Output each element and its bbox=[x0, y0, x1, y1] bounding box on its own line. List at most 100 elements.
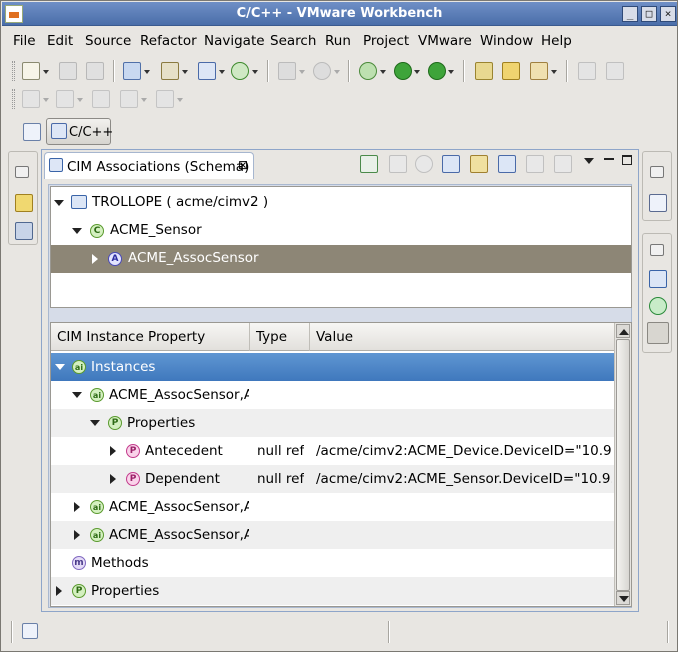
menu-vmware[interactable]: VMware bbox=[418, 33, 472, 49]
expand-icon[interactable] bbox=[92, 254, 98, 264]
menu-file[interactable]: File bbox=[13, 33, 36, 49]
collapse-icon[interactable] bbox=[72, 228, 82, 234]
search-icon[interactable] bbox=[530, 62, 548, 80]
title-bar[interactable]: C/C++ - VMware Workbench _ □ × bbox=[2, 2, 677, 26]
menu-help[interactable]: Help bbox=[541, 33, 572, 49]
collapse-icon[interactable] bbox=[72, 392, 82, 398]
run-dropdown[interactable] bbox=[414, 70, 420, 74]
new-folder-icon[interactable] bbox=[161, 62, 179, 80]
table-row[interactable]: P Dependent null ref /acme/cimv2:ACME_Se… bbox=[51, 465, 614, 493]
target-dropdown[interactable] bbox=[334, 70, 340, 74]
column-header-value[interactable]: Value bbox=[310, 323, 614, 351]
fast-view-icon[interactable] bbox=[22, 623, 38, 639]
new-dropdown[interactable] bbox=[43, 70, 49, 74]
tree-row-association[interactable]: A ACME_AssocSensor bbox=[51, 245, 631, 273]
tab-cim-associations[interactable]: CIM Associations (Schema) ⊠ bbox=[44, 152, 254, 179]
table-row[interactable]: ai ACME_AssocSensor,Ar bbox=[51, 493, 614, 521]
cim-explorer-icon[interactable] bbox=[15, 222, 33, 240]
scroll-thumb[interactable] bbox=[616, 339, 630, 591]
back-icon[interactable] bbox=[120, 90, 138, 108]
minimize-view-icon[interactable] bbox=[604, 158, 614, 160]
build-dropdown[interactable] bbox=[252, 70, 258, 74]
restore-icon[interactable] bbox=[650, 244, 664, 256]
table-row[interactable]: P Properties bbox=[51, 409, 614, 437]
table-row[interactable]: ai ACME_AssocSensor,Ar bbox=[51, 521, 614, 549]
table-row[interactable]: P Properties bbox=[51, 577, 614, 605]
expand-icon[interactable] bbox=[74, 530, 80, 540]
last-edit-location-icon[interactable] bbox=[92, 90, 110, 108]
toolbar-grip[interactable] bbox=[12, 61, 15, 81]
outline-icon[interactable] bbox=[649, 194, 667, 212]
column-header-property[interactable]: CIM Instance Property bbox=[51, 323, 250, 351]
column-header-type[interactable]: Type bbox=[250, 323, 310, 351]
open-folder-icon[interactable] bbox=[502, 62, 520, 80]
hammer-icon[interactable] bbox=[278, 62, 296, 80]
hierarchy-icon[interactable] bbox=[649, 270, 667, 288]
close-button[interactable]: × bbox=[660, 6, 676, 22]
class-filter-icon[interactable] bbox=[415, 155, 433, 173]
collapse-icon[interactable] bbox=[90, 420, 100, 426]
collapse-all-icon[interactable] bbox=[498, 155, 516, 173]
print-icon[interactable] bbox=[86, 62, 104, 80]
restore-icon[interactable] bbox=[15, 166, 29, 178]
collapse-icon[interactable] bbox=[54, 200, 64, 206]
menu-run[interactable]: Run bbox=[325, 33, 351, 49]
restore-icon[interactable] bbox=[650, 166, 664, 178]
debug-icon[interactable] bbox=[359, 62, 377, 80]
menu-source[interactable]: Source bbox=[85, 33, 131, 49]
hammer-dropdown[interactable] bbox=[299, 70, 305, 74]
new-icon[interactable] bbox=[22, 62, 40, 80]
scroll-up-button[interactable] bbox=[616, 324, 630, 338]
expand-icon[interactable] bbox=[56, 586, 62, 596]
refresh-icon[interactable] bbox=[470, 155, 488, 173]
close-icon[interactable]: ⊠ bbox=[238, 158, 248, 172]
table-row-instances[interactable]: ai Instances bbox=[51, 353, 614, 381]
new-folder-dropdown[interactable] bbox=[182, 70, 188, 74]
forward-icon[interactable] bbox=[156, 90, 174, 108]
cim-associations-icon[interactable] bbox=[647, 322, 669, 344]
menu-refactor[interactable]: Refactor bbox=[140, 33, 197, 49]
target-icon[interactable] bbox=[313, 62, 331, 80]
table-row[interactable]: ai ACME_AssocSensor,Ar bbox=[51, 381, 614, 409]
next-annotation-icon[interactable] bbox=[22, 90, 40, 108]
new-instance-icon[interactable] bbox=[360, 155, 378, 173]
minimize-button[interactable]: _ bbox=[622, 6, 638, 22]
new-class-icon[interactable] bbox=[198, 62, 216, 80]
scroll-down-button[interactable] bbox=[616, 591, 630, 605]
show-whitespace-icon[interactable] bbox=[606, 62, 624, 80]
link-icon[interactable] bbox=[526, 155, 544, 173]
back-dropdown[interactable] bbox=[141, 98, 147, 102]
search-dropdown[interactable] bbox=[551, 70, 557, 74]
save-icon[interactable] bbox=[59, 62, 77, 80]
open-perspective-icon[interactable] bbox=[23, 123, 41, 141]
menu-search[interactable]: Search bbox=[270, 33, 316, 49]
expand-icon[interactable] bbox=[110, 446, 116, 456]
maximize-view-icon[interactable] bbox=[622, 155, 632, 165]
expand-icon[interactable] bbox=[110, 474, 116, 484]
table-row[interactable]: m Methods bbox=[51, 549, 614, 577]
collapse-icon[interactable] bbox=[55, 364, 65, 370]
menu-navigate[interactable]: Navigate bbox=[204, 33, 265, 49]
external-tools-dropdown[interactable] bbox=[448, 70, 454, 74]
debug-dropdown[interactable] bbox=[380, 70, 386, 74]
previous-annotation-icon[interactable] bbox=[56, 90, 74, 108]
new-cpp-project-dropdown[interactable] bbox=[144, 70, 150, 74]
tree-row-class[interactable]: C ACME_Sensor bbox=[51, 217, 631, 245]
menu-window[interactable]: Window bbox=[480, 33, 533, 49]
expand-icon[interactable] bbox=[74, 502, 80, 512]
external-tools-icon[interactable] bbox=[428, 62, 446, 80]
previous-annotation-dropdown[interactable] bbox=[77, 98, 83, 102]
run-icon[interactable] bbox=[394, 62, 412, 80]
view-menu-icon[interactable] bbox=[584, 158, 594, 164]
toggle-mark-icon[interactable] bbox=[578, 62, 596, 80]
menu-project[interactable]: Project bbox=[363, 33, 409, 49]
console-icon[interactable] bbox=[649, 297, 667, 315]
project-explorer-icon[interactable] bbox=[15, 194, 33, 212]
perspective-cpp-button[interactable]: C/C++ bbox=[46, 118, 113, 145]
edit-instance-icon[interactable] bbox=[389, 155, 407, 173]
expand-icon[interactable] bbox=[442, 155, 460, 173]
build-icon[interactable] bbox=[231, 62, 249, 80]
new-class-dropdown[interactable] bbox=[219, 70, 225, 74]
table-row[interactable]: P Antecedent null ref /acme/cimv2:ACME_D… bbox=[51, 437, 614, 465]
new-cpp-project-icon[interactable] bbox=[123, 62, 141, 80]
